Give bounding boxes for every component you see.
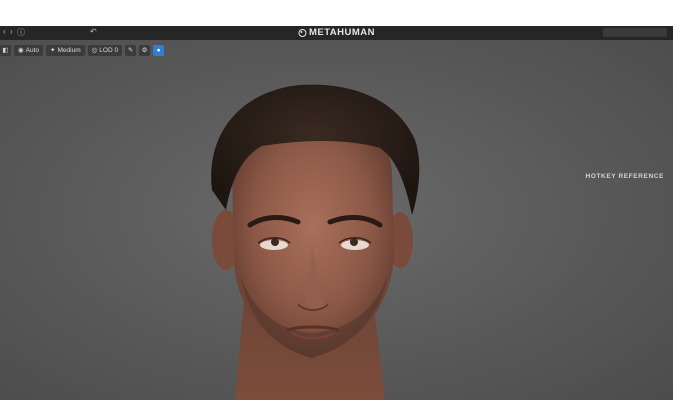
hotkey-row [560,326,670,333]
hotkey-reference-panel: HOTKEY REFERENCE [560,173,670,340]
hotkey-row [560,307,670,314]
info-icon[interactable]: ⓘ [17,27,25,38]
hotkey-row [560,227,670,234]
hotkey-row [560,199,670,206]
top-right-button[interactable] [603,28,667,37]
hotkey-row [560,185,670,192]
forward-icon[interactable]: › [10,27,13,36]
mode-icon: ● [156,47,161,54]
brush-icon: ✎ [127,47,134,54]
settings-icon: ⚙ [141,47,148,54]
view-toggle-button[interactable]: ◧ [0,45,11,56]
settings-button[interactable]: ⚙ [139,45,151,56]
title-bar: ‹ › ⓘ ↶ METAHUMAN [0,26,673,40]
brand-text: METAHUMAN [308,27,376,38]
hotkey-row [560,234,670,241]
view-icon: ◧ [2,47,9,54]
hotkey-row [560,246,670,253]
brush-button[interactable]: ✎ [125,45,137,56]
auto-label: Auto [25,47,40,54]
viewport-toolbar: ◧ ◉ Auto ✦ Medium ◎ LOD 0 ✎ ⚙ ● [0,44,165,57]
quality-icon: ✦ [50,47,56,54]
hotkey-reference-title: HOTKEY REFERENCE [585,173,664,180]
hotkey-row [560,286,670,293]
hotkey-row [560,272,670,279]
metahuman-logo-icon [297,28,306,37]
hotkey-row [560,260,670,267]
hotkey-row [560,293,670,300]
medium-label: Medium [57,47,81,54]
metahuman-creator-window: ‹ › ⓘ ↶ METAHUMAN ◧ ◉ Auto ✦ Medium ◎ LO… [0,26,673,400]
lod-icon: ◎ [91,47,98,54]
viewport[interactable]: ◧ ◉ Auto ✦ Medium ◎ LOD 0 ✎ ⚙ ● HOTKEY REFE… [0,40,673,400]
hotkey-row [560,279,670,286]
lod-button[interactable]: ◎ LOD 0 [87,45,123,56]
hotkey-row [560,333,670,340]
lod-label: LOD 0 [99,47,119,54]
active-mode-button[interactable]: ● [153,45,165,56]
back-icon[interactable]: ‹ [3,27,6,36]
hotkey-row [560,300,670,307]
hotkey-row [560,192,670,199]
quality-button[interactable]: ✦ Medium [46,45,85,56]
hotkey-row [560,253,670,260]
hotkey-row [560,314,670,321]
hotkey-row [560,213,670,220]
brand-logo: METAHUMAN [297,27,376,38]
hotkey-row [560,220,670,227]
hotkey-row [560,206,670,213]
camera-icon: ◉ [18,47,24,54]
auto-button[interactable]: ◉ Auto [14,45,44,56]
undo-icon[interactable]: ↶ [90,27,97,36]
